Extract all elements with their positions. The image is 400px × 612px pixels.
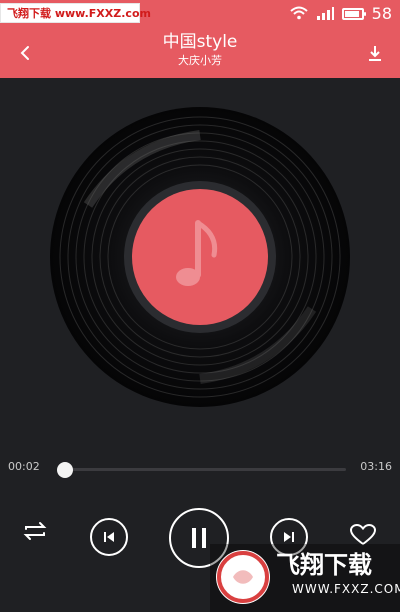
wifi-icon — [289, 5, 308, 24]
progress-track[interactable] — [56, 462, 346, 478]
watermark-logo — [216, 550, 270, 604]
download-button[interactable] — [362, 40, 388, 66]
repeat-button[interactable] — [18, 514, 52, 548]
current-time: 00:02 — [8, 460, 40, 473]
vinyl-record — [48, 105, 352, 409]
artist-name: 大庆小芳 — [178, 54, 222, 67]
previous-icon — [104, 532, 114, 542]
status-bar: 飞翔下载 www.FXXZ.com 58 — [0, 0, 400, 28]
watermark-bottom: 飞翔下载 WWW.FXXZ.COM — [210, 544, 400, 612]
total-time: 03:16 — [360, 460, 392, 473]
battery-level: 58 — [371, 4, 392, 23]
watermark-url: WWW.FXXZ.COM — [292, 582, 400, 596]
watermark-brand: 飞翔下载 — [276, 551, 372, 579]
status-icons: 58 — [289, 4, 392, 24]
progress-row: 00:02 03:16 — [0, 454, 400, 482]
player-header: 中国style 大庆小芳 — [0, 28, 400, 78]
watermark-top: 飞翔下载 www.FXXZ.com — [0, 3, 151, 23]
next-icon — [284, 532, 294, 542]
previous-button[interactable] — [90, 518, 128, 556]
signal-icon — [316, 5, 334, 24]
progress-thumb[interactable] — [56, 462, 73, 478]
battery-icon — [341, 8, 366, 20]
repeat-icon — [23, 522, 47, 540]
download-icon — [369, 46, 381, 61]
song-title: 中国style — [162, 32, 238, 52]
pause-icon — [192, 528, 206, 548]
